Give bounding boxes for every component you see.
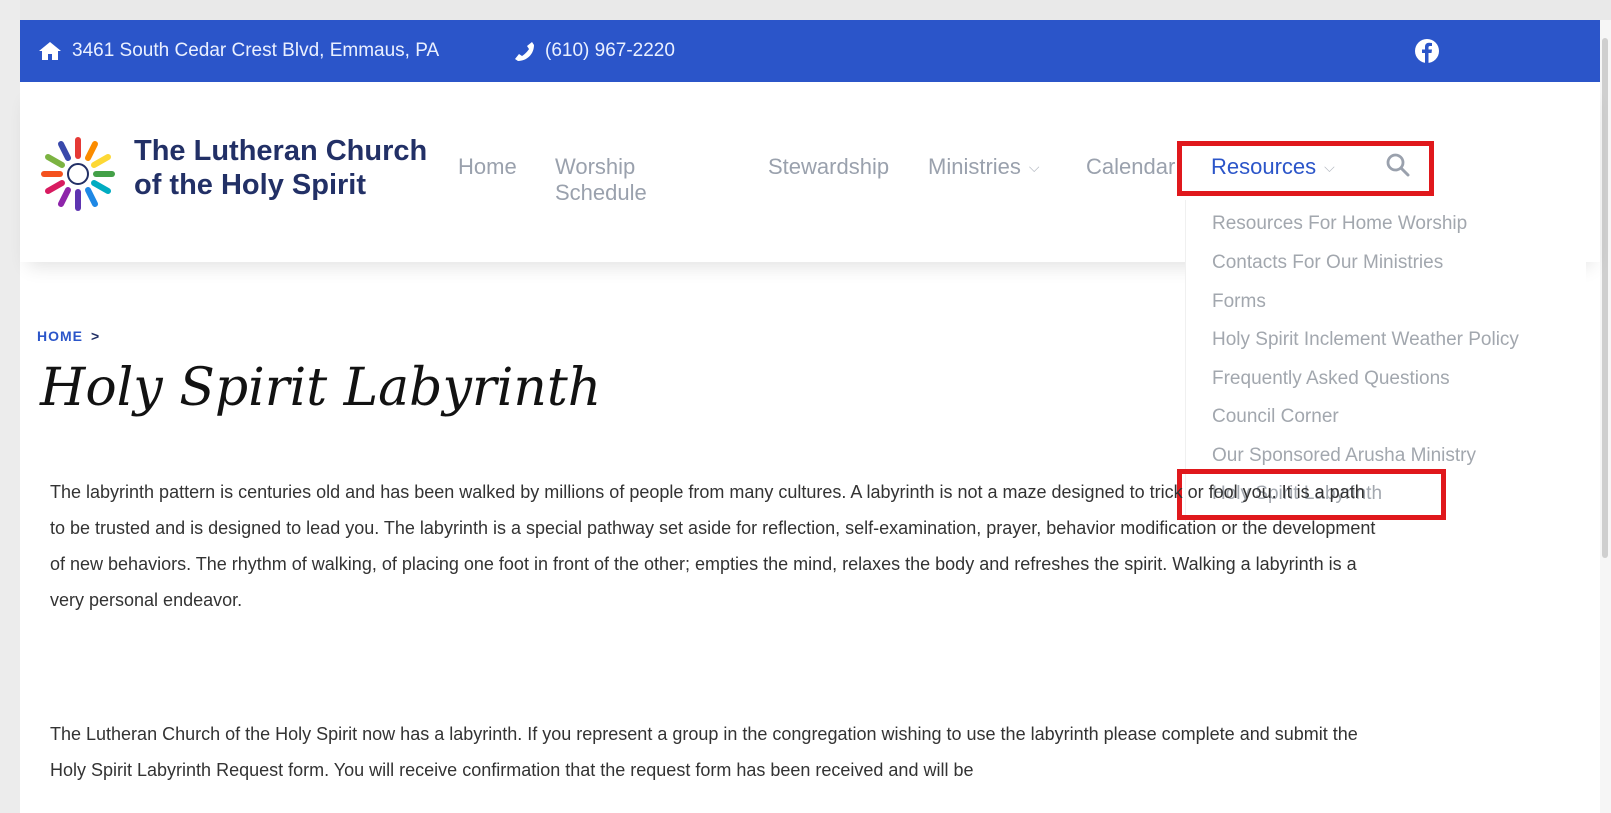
nav-calendar[interactable]: Calendar: [1086, 154, 1175, 180]
nav-calendar-label: Calendar: [1086, 154, 1176, 179]
breadcrumb-separator: >: [91, 328, 101, 344]
nav-stewardship[interactable]: Stewardship: [768, 154, 889, 180]
nav-worship-schedule-label: Worship Schedule: [555, 154, 647, 205]
top-info-bar: 3461 South Cedar Crest Blvd, Emmaus, PA …: [20, 20, 1600, 82]
nav-stewardship-label: Stewardship: [768, 154, 890, 179]
church-logo-icon[interactable]: [38, 134, 118, 214]
window-frame-left: [0, 0, 20, 813]
menu-item-weather-policy[interactable]: Holy Spirit Inclement Weather Policy: [1212, 329, 1519, 351]
chevron-down-icon: ⌵: [1028, 158, 1040, 175]
breadcrumb-home[interactable]: HOME: [37, 328, 83, 344]
nav-home-label: Home: [458, 154, 517, 179]
nav-home[interactable]: Home: [458, 154, 517, 180]
home-icon: [39, 42, 61, 60]
nav-ministries[interactable]: Ministries ⌵: [928, 154, 1040, 180]
menu-item-faq[interactable]: Frequently Asked Questions: [1212, 368, 1450, 390]
facebook-link[interactable]: [1414, 20, 1440, 82]
church-name-line2: of the Holy Spirit: [134, 169, 366, 201]
menu-item-ministry-contacts[interactable]: Contacts For Our Ministries: [1212, 252, 1443, 274]
phone-icon: [515, 42, 534, 61]
nav-ministries-label: Ministries: [928, 154, 1021, 179]
highlight-box-resources: [1177, 141, 1434, 196]
church-name[interactable]: The Lutheran Church of the Holy Spirit: [134, 134, 427, 202]
phone-text: (610) 967-2220: [545, 40, 675, 61]
menu-item-home-worship[interactable]: Resources For Home Worship: [1212, 213, 1467, 235]
breadcrumb: HOME >: [37, 328, 100, 344]
intro-paragraph: The labyrinth pattern is centuries old a…: [50, 482, 1376, 610]
address-link[interactable]: 3461 South Cedar Crest Blvd, Emmaus, PA: [38, 20, 439, 82]
scrollbar-thumb[interactable]: [1602, 38, 1608, 558]
menu-item-council-corner[interactable]: Council Corner: [1212, 406, 1339, 428]
phone-link[interactable]: (610) 967-2220: [513, 20, 675, 82]
window-frame-top: [0, 0, 1611, 20]
page-title: Holy Spirit Labyrinth: [40, 358, 602, 418]
second-paragraph: The Lutheran Church of the Holy Spirit n…: [50, 724, 1358, 780]
menu-item-arusha-ministry[interactable]: Our Sponsored Arusha Ministry: [1212, 445, 1476, 467]
menu-item-forms[interactable]: Forms: [1212, 291, 1266, 313]
facebook-icon: [1415, 39, 1439, 63]
church-name-line1: The Lutheran Church: [134, 135, 428, 167]
address-text: 3461 South Cedar Crest Blvd, Emmaus, PA: [72, 40, 440, 61]
nav-worship-schedule[interactable]: Worship Schedule: [555, 154, 647, 206]
